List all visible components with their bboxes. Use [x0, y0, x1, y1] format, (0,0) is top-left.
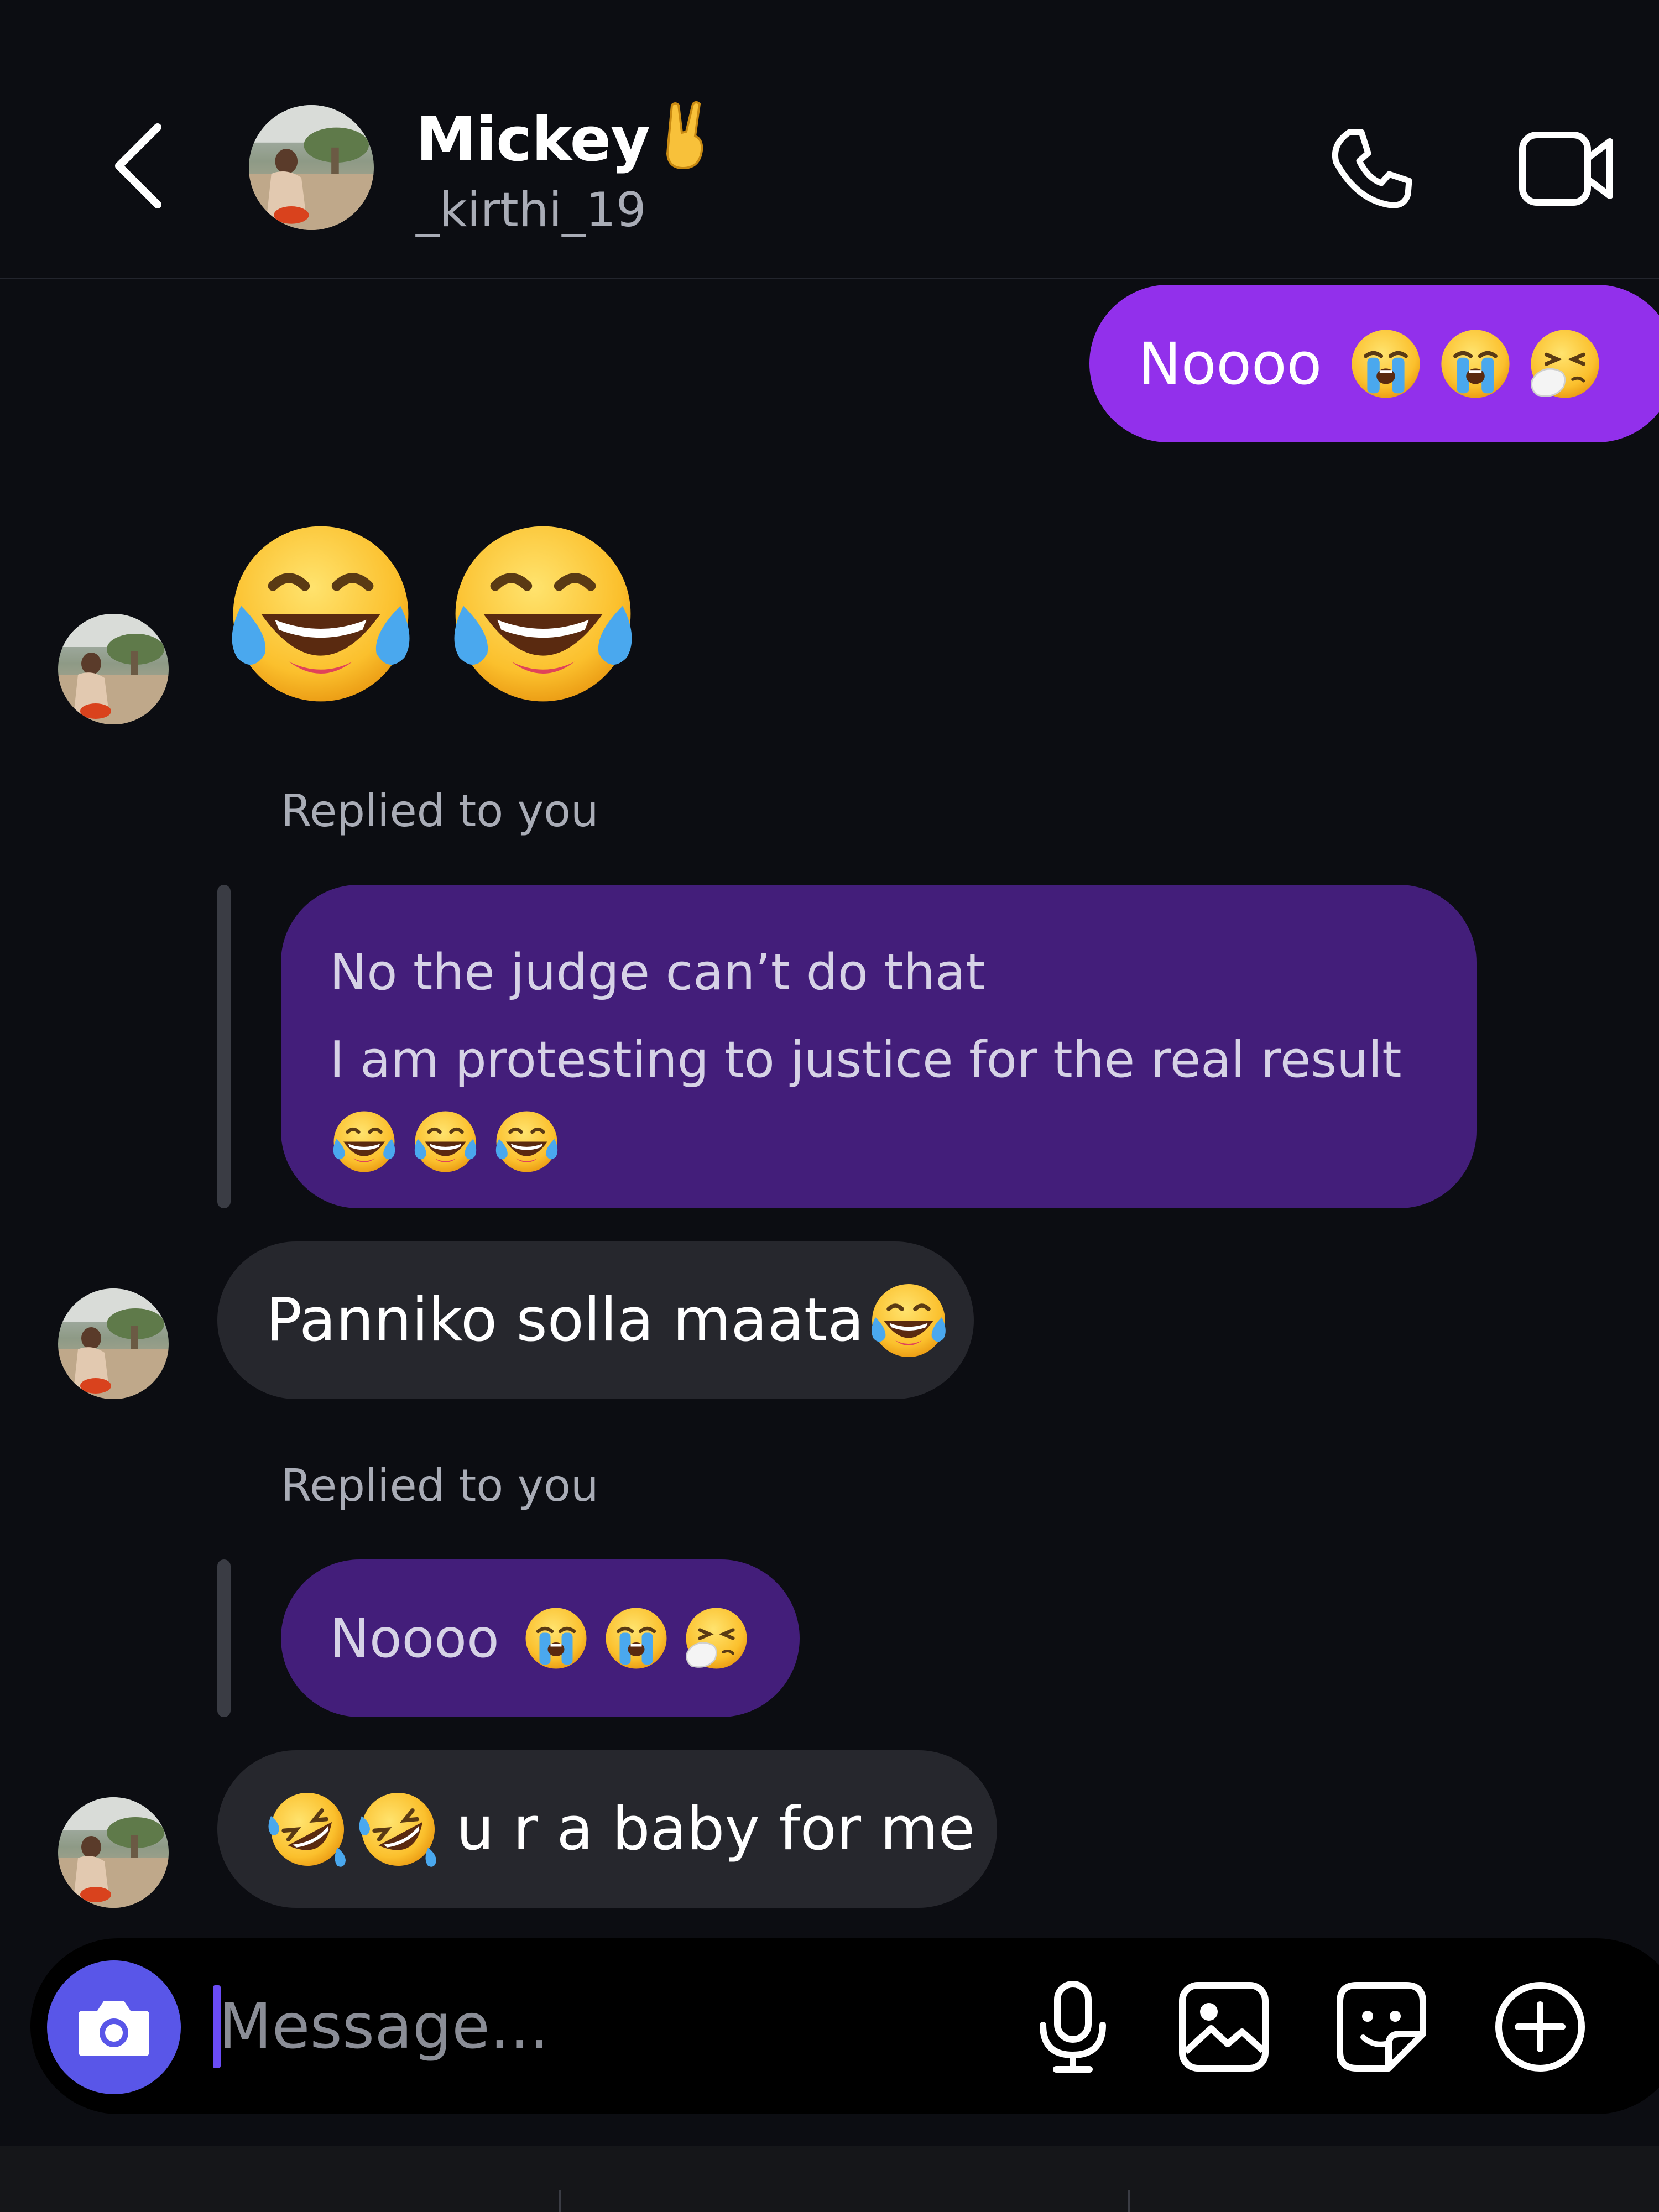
camera-icon [79, 2001, 149, 2056]
sticker-button[interactable] [1329, 1974, 1434, 2079]
plus-circle-icon [1495, 1982, 1585, 2072]
sticker-icon [1337, 1982, 1426, 2072]
contact-avatar[interactable] [249, 105, 374, 230]
reply-bar [217, 1559, 231, 1717]
tears-of-joy-icon [218, 514, 423, 713]
loudly-crying-face-icon [602, 1604, 671, 1673]
outgoing-message-bubble[interactable]: Noooo [1089, 285, 1659, 442]
chevron-left-icon [115, 123, 161, 208]
more-options-button[interactable] [1488, 1974, 1593, 2079]
message-text: Noooo [1138, 330, 1322, 398]
phone-icon [1332, 129, 1412, 208]
rolling-on-floor-laughing-icon [266, 1788, 349, 1871]
reply-bar [217, 885, 231, 1208]
rolling-on-floor-laughing-icon [357, 1788, 440, 1871]
tears-of-joy-icon [411, 1107, 480, 1176]
divider [559, 2190, 561, 2212]
voice-call-button[interactable] [1322, 122, 1421, 216]
contact-username[interactable]: _kirthi_19 [416, 182, 646, 238]
loudly-crying-face-icon [521, 1604, 591, 1673]
quoted-line: I am protesting to justice for the real … [330, 1031, 1402, 1089]
loudly-crying-face-icon [1347, 325, 1425, 403]
incoming-message-bubble[interactable]: u r a baby for me [217, 1750, 997, 1908]
quoted-line: No the judge can’t do that [330, 943, 985, 1001]
bottom-bar [0, 2146, 1659, 2212]
video-call-button[interactable] [1515, 122, 1620, 216]
message-text: u r a baby for me [456, 1794, 975, 1864]
divider [1128, 2190, 1130, 2212]
reply-label: Replied to you [281, 1460, 599, 1511]
incoming-message-bubble[interactable]: Panniko solla maata [217, 1241, 974, 1399]
quoted-message-bubble[interactable]: No the judge can’t do that I am protesti… [281, 885, 1477, 1208]
tears-of-joy-icon [867, 1279, 950, 1362]
microphone-icon [1040, 1981, 1106, 2073]
tears-of-joy-icon [330, 1107, 399, 1176]
tears-of-joy-icon [492, 1107, 561, 1176]
sender-avatar[interactable] [58, 614, 169, 724]
loudly-crying-face-icon [1437, 325, 1514, 403]
gallery-icon [1179, 1982, 1269, 2072]
reply-label: Replied to you [281, 785, 599, 837]
voice-message-button[interactable] [1020, 1974, 1125, 2079]
contact-name: Mickey [416, 104, 650, 175]
sneezing-face-icon [682, 1604, 751, 1673]
camera-button[interactable] [47, 1960, 181, 2094]
quoted-message-bubble[interactable]: Noooo [281, 1559, 800, 1717]
sender-avatar[interactable] [58, 1797, 169, 1908]
sender-avatar[interactable] [58, 1288, 169, 1399]
message-text: Panniko solla maata [266, 1286, 864, 1355]
emoji-only-message[interactable] [218, 514, 645, 713]
victory-hand-icon [656, 100, 712, 175]
gallery-button[interactable] [1171, 1974, 1276, 2079]
back-button[interactable] [97, 111, 180, 221]
message-input[interactable] [218, 1980, 965, 2074]
contact-name-row[interactable]: Mickey [416, 100, 712, 175]
video-camera-icon [1519, 132, 1613, 206]
sneezing-face-icon [1526, 325, 1604, 403]
quoted-text: Noooo [330, 1607, 499, 1670]
tears-of-joy-icon [441, 514, 645, 713]
